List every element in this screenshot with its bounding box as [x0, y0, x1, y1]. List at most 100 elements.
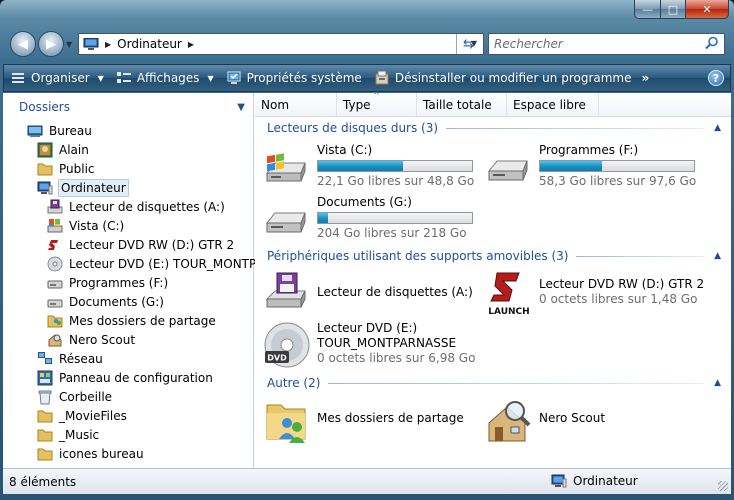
tree-item-control-panel[interactable]: Panneau de configuration: [37, 368, 213, 387]
tree-item-label: Ordinateur: [58, 178, 129, 197]
folders-collapse-icon[interactable]: ▼: [237, 102, 245, 113]
drive-free-space: 0 octets libres sur 1,48 Go: [539, 292, 698, 306]
tree-item-label: Programmes (F:): [69, 275, 169, 290]
search-icon[interactable]: [705, 36, 719, 50]
tree-item-network[interactable]: Réseau: [37, 349, 103, 368]
column-header-free-space[interactable]: Espace libre: [507, 93, 599, 116]
back-button[interactable]: ◀: [10, 31, 36, 57]
breadcrumb-chevron-icon[interactable]: ▶: [188, 40, 194, 49]
drive-tile-vista[interactable]: Vista (C:) 22,1 Go libres sur 48,8 Go: [263, 143, 474, 191]
tree-item-alain[interactable]: Alain: [37, 140, 89, 159]
group-header-removable[interactable]: Périphériques utilisant des supports amo…: [255, 247, 731, 265]
computer-icon: [551, 474, 567, 488]
nero-scout-icon: [488, 401, 531, 442]
refresh-button[interactable]: ⇆: [456, 34, 480, 54]
minimize-button[interactable]: —: [634, 0, 661, 19]
drive-usage-bar: [317, 212, 473, 224]
column-header-label: Espace libre: [513, 97, 586, 112]
tree-item-public[interactable]: Public: [37, 159, 95, 178]
tree-item-ordinateur[interactable]: Ordinateur: [37, 178, 129, 197]
column-header-label: Type: [343, 97, 371, 112]
tree-item-documents[interactable]: Documents (G:): [47, 292, 164, 311]
item-tile-nero-scout[interactable]: Nero Scout: [485, 397, 605, 445]
column-header-type[interactable]: ^ Type: [337, 91, 417, 116]
address-row: ◀ ▶ ▼ ▶ Ordinateur ▶ ▼ ⇆ Rechercher: [0, 28, 734, 62]
folder-icon: [37, 163, 53, 175]
drive-tile-documents[interactable]: Documents (G:) 204 Go libres sur 218 Go: [263, 195, 473, 243]
collapse-group-icon[interactable]: ▲: [714, 378, 721, 388]
organize-label: Organiser: [31, 71, 90, 85]
organize-dropdown-icon: ▼: [97, 73, 104, 83]
tree-item-programmes[interactable]: Programmes (F:): [47, 273, 168, 292]
resize-grip[interactable]: [718, 481, 728, 491]
breadcrumb-location[interactable]: Ordinateur: [117, 37, 182, 51]
tree-item-nero-scout[interactable]: Nero Scout: [47, 330, 135, 349]
control-panel-icon: [37, 370, 53, 385]
search-input[interactable]: Rechercher: [488, 33, 725, 55]
views-button[interactable]: Affichages ▼: [110, 65, 220, 91]
help-button[interactable]: ?: [708, 70, 724, 86]
title-bar: — □ ✕: [0, 0, 734, 26]
folder-icon: [37, 429, 53, 441]
column-header-total-size[interactable]: Taille totale: [417, 93, 507, 116]
status-location: Ordinateur: [551, 473, 638, 489]
collapse-group-icon[interactable]: ▲: [714, 123, 721, 133]
tree-item-label: Vista (C:): [69, 218, 125, 233]
uninstall-label: Désinstaller ou modifier un programme: [394, 71, 632, 85]
tree-item-icones-bureau[interactable]: icones bureau: [37, 444, 144, 463]
sort-ascending-icon: ^: [373, 91, 380, 100]
system-properties-button[interactable]: Propriétés système: [220, 65, 368, 91]
status-bar: 8 éléments Ordinateur: [3, 468, 731, 494]
drive-tile-programmes[interactable]: Programmes (F:) 58,3 Go libres sur 97,6 …: [485, 143, 696, 191]
computer-icon: [37, 181, 53, 194]
folders-header[interactable]: Dossiers ▼: [3, 93, 253, 121]
breadcrumb-separator-icon[interactable]: ▶: [105, 40, 111, 49]
organize-button[interactable]: Organiser ▼: [4, 65, 110, 91]
group-title: Périphériques utilisant des supports amo…: [267, 249, 569, 263]
tree-item-label: Documents (G:): [69, 294, 164, 309]
tree-item-floppy[interactable]: Lecteur de disquettes (A:): [47, 197, 225, 216]
address-bar[interactable]: ▶ Ordinateur ▶ ▼: [78, 33, 484, 55]
more-commands-button[interactable]: »: [638, 65, 654, 91]
drive-name: Documents (G:): [317, 195, 412, 209]
group-header-hard-drives[interactable]: Lecteurs de disques durs (3) ▲: [255, 119, 731, 137]
drive-tile-dvd[interactable]: DVD Lecteur DVD (E:) TOUR_MONTPARNASSE 0…: [263, 321, 475, 369]
organize-icon: [12, 73, 24, 83]
launch-drive-icon: [48, 237, 62, 252]
item-count: 8 éléments: [9, 474, 77, 489]
tree-item-shared-folders[interactable]: Mes dossiers de partage: [47, 311, 216, 330]
item-tile-shared-folders[interactable]: Mes dossiers de partage: [263, 397, 464, 445]
user-folder-icon: [37, 142, 53, 157]
drive-tile-dvdrw[interactable]: LAUNCH Lecteur DVD RW (D:) GTR 2 0 octet…: [485, 269, 704, 317]
tree-item-bureau[interactable]: Bureau: [27, 121, 92, 140]
collapse-group-icon[interactable]: ▲: [714, 251, 721, 261]
shared-folder-icon: [266, 404, 306, 443]
tree-item-label: Lecteur de disquettes (A:): [69, 199, 225, 214]
tree-item-music[interactable]: _Music: [37, 425, 99, 444]
group-title: Lecteurs de disques durs (3): [267, 121, 439, 135]
network-icon: [38, 351, 52, 364]
close-button[interactable]: ✕: [685, 0, 729, 19]
drive-free-space: 0 octets libres sur 6,98 Go: [317, 351, 476, 365]
drive-name: Vista (C:): [317, 143, 373, 157]
views-icon: [116, 72, 131, 83]
recycle-bin-icon: [38, 390, 52, 404]
recent-pages-dropdown[interactable]: ▼: [66, 40, 72, 49]
group-header-other[interactable]: Autre (2) ▲: [255, 374, 731, 392]
tree-item-dvdrw[interactable]: Lecteur DVD RW (D:) GTR 2: [47, 235, 234, 254]
uninstall-icon: [375, 70, 389, 85]
tree-item-recycle-bin[interactable]: Corbeille: [37, 387, 112, 406]
drive-usage-bar: [539, 160, 695, 172]
tree-item-dvd[interactable]: Lecteur DVD (E:) TOUR_MONTPAR: [47, 254, 272, 273]
uninstall-program-button[interactable]: Désinstaller ou modifier un programme: [368, 65, 638, 91]
drive-tile-floppy[interactable]: Lecteur de disquettes (A:): [263, 269, 473, 317]
column-header-name[interactable]: Nom: [255, 93, 337, 116]
tree-item-moviefiles[interactable]: _MovieFiles: [37, 406, 127, 425]
system-drive-icon: [265, 153, 306, 182]
column-header-label: Nom: [261, 97, 290, 112]
tree-item-vista[interactable]: Vista (C:): [47, 216, 124, 235]
tree-item-label: Bureau: [49, 123, 92, 138]
maximize-button[interactable]: □: [660, 0, 686, 19]
tree-item-label: Public: [59, 161, 95, 176]
forward-button[interactable]: ▶: [38, 31, 64, 57]
